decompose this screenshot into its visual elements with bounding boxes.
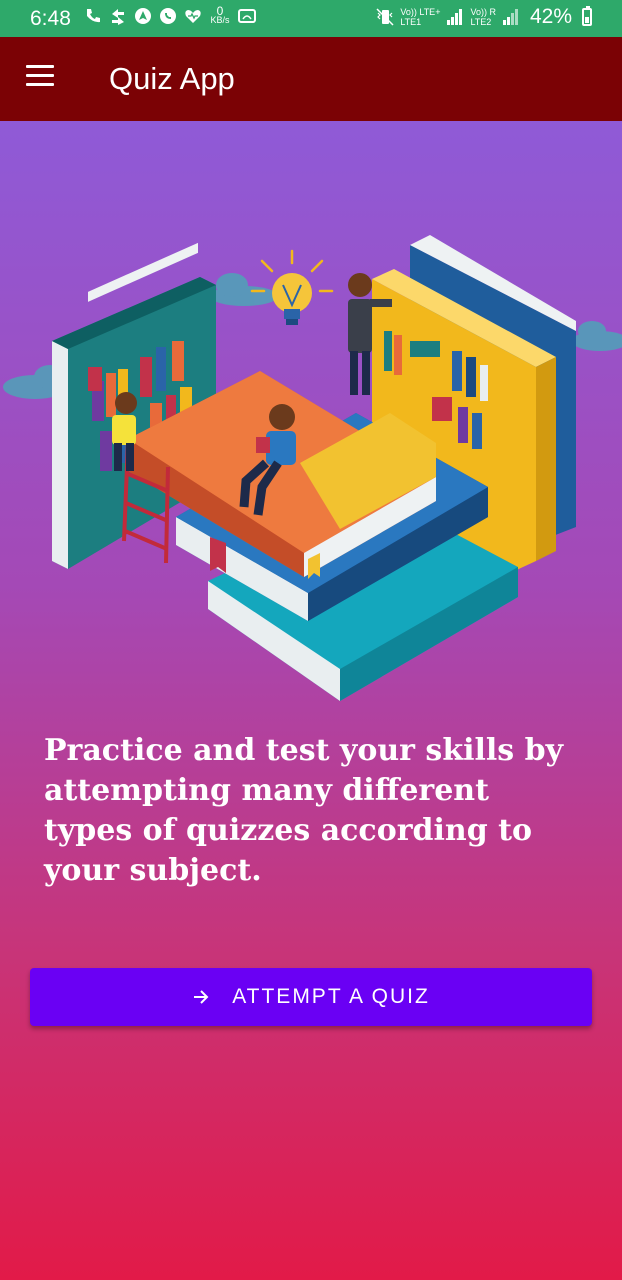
sim1-label-bottom: LTE1: [400, 17, 422, 27]
books-and-students-illustration: [3, 235, 622, 701]
call-icon: [84, 7, 102, 25]
navigation-app-icon: [134, 7, 152, 25]
status-time: 6:48: [30, 7, 71, 30]
data-speed: 0 KB/s: [209, 5, 231, 25]
attempt-quiz-button[interactable]: ATTEMPT A QUIZ: [30, 968, 592, 1026]
attempt-quiz-label: ATTEMPT A QUIZ: [232, 985, 430, 1008]
sim1-signal-icon: [446, 8, 464, 26]
battery-icon: [582, 6, 592, 26]
tagline: Practice and test your skills by attempt…: [44, 733, 564, 888]
health-icon: [184, 7, 202, 25]
screen-mirror-icon: [238, 7, 256, 25]
arrow-right-icon: [194, 990, 209, 1004]
home-screen: Practice and test your skills by attempt…: [0, 121, 622, 1280]
data-speed-unit: KB/s: [210, 15, 230, 25]
battery-percent: 42%: [529, 5, 572, 28]
sim2-label-top: Vo)) R: [470, 7, 496, 17]
transfer-icon: [109, 7, 127, 25]
status-bar: 6:48 0 KB/s Vo)) LTE+ LTE1 Vo)) R LTE2 4…: [0, 0, 622, 37]
hamburger-menu-icon[interactable]: [26, 65, 58, 91]
sim2-label-bottom: LTE2: [470, 17, 492, 27]
vibrate-mute-icon: [376, 8, 394, 26]
sim2-network-label: Vo)) R LTE2: [470, 7, 496, 27]
sim1-network-label: Vo)) LTE+ LTE1: [400, 7, 440, 27]
app-bar: Quiz App: [0, 37, 622, 121]
whatsapp-icon: [159, 7, 177, 25]
sim1-label-top: Vo)) LTE+: [400, 7, 441, 17]
sim2-signal-icon: [502, 8, 520, 26]
system-status-icons: Vo)) LTE+ LTE1 Vo)) R LTE2 42%: [376, 5, 592, 29]
app-title: Quiz App: [109, 61, 235, 96]
notification-icons: 0 KB/s: [84, 5, 256, 25]
